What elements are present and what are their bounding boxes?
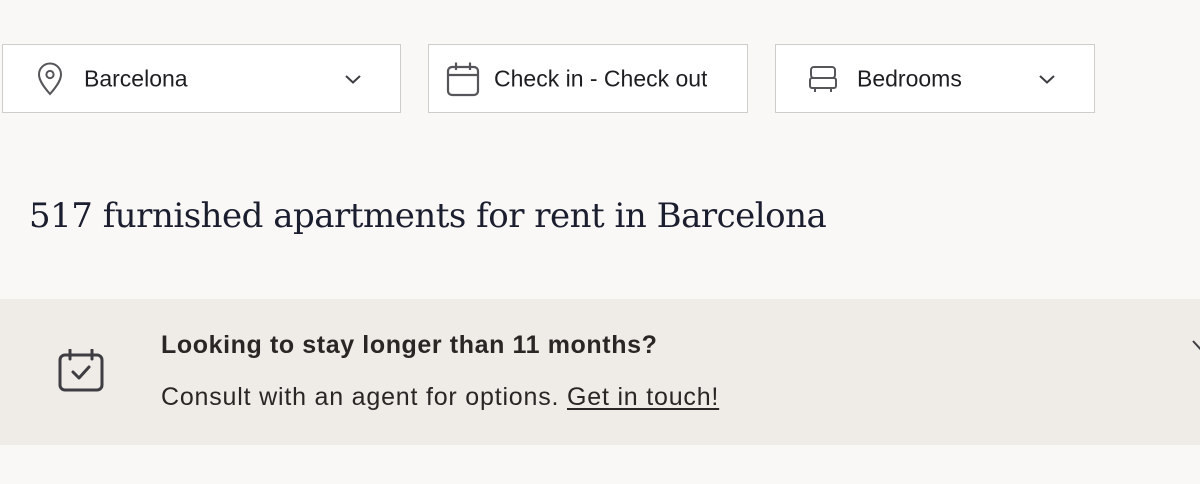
banner-text: Consult with an agent for options. Get i… [161,382,719,412]
location-filter[interactable]: Barcelona [2,44,401,113]
results-heading: 517 furnished apartments for rent in Bar… [29,196,827,236]
close-icon[interactable] [1192,336,1200,358]
map-pin-icon [37,62,63,96]
dates-value: Check in - Check out [494,67,708,90]
bedrooms-filter[interactable]: Bedrooms [775,44,1095,113]
banner-title: Looking to stay longer than 11 months? [161,331,658,359]
banner-message: Consult with an agent for options. [161,383,568,411]
chevron-down-icon [345,74,361,84]
bed-icon [809,65,837,92]
calendar-icon [446,62,480,96]
long-stay-banner: Looking to stay longer than 11 months? C… [0,299,1200,445]
dates-filter[interactable]: Check in - Check out [428,44,748,113]
get-in-touch-link[interactable]: Get in touch! [567,383,719,411]
bedrooms-value: Bedrooms [857,67,962,90]
chevron-down-icon [1039,74,1055,84]
location-value: Barcelona [84,67,188,90]
calendar-check-icon [58,349,104,392]
